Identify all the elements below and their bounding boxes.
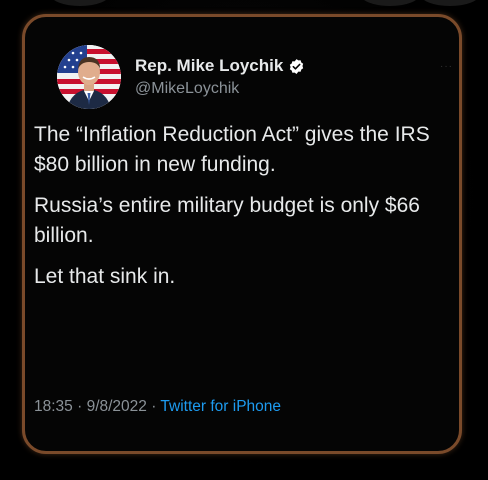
- tweet-text-paragraph: The “Inflation Reduction Act” gives the …: [34, 123, 430, 176]
- tweet-source-link[interactable]: Twitter for iPhone: [160, 398, 281, 415]
- top-edge-shape: [360, 0, 420, 6]
- top-edge-shape: [50, 0, 110, 6]
- author-name-row[interactable]: Rep. Mike Loychik: [135, 56, 305, 76]
- top-edge-shape: [420, 0, 480, 6]
- screenshot: ··· Rep. Mike Loychik @MikeLoychik The “…: [0, 0, 488, 480]
- tweet-body: The “Inflation Reduction Act” gives the …: [34, 120, 434, 303]
- meta-separator: ·: [146, 398, 161, 415]
- tweet-date[interactable]: 9/8/2022: [87, 398, 147, 415]
- tweet-header: Rep. Mike Loychik @MikeLoychik: [57, 45, 305, 109]
- tweet-text-paragraph: Let that sink in.: [34, 265, 176, 288]
- author-handle[interactable]: @MikeLoychik: [135, 80, 305, 98]
- author-display-name[interactable]: Rep. Mike Loychik: [135, 56, 283, 76]
- profile-photo: [57, 45, 121, 109]
- tweet-text-paragraph: Russia’s entire military budget is only …: [34, 194, 420, 247]
- tweet-meta: 18:35 · 9/8/2022 · Twitter for iPhone: [34, 398, 281, 416]
- verified-badge-icon: [290, 58, 304, 74]
- avatar[interactable]: [57, 45, 121, 109]
- more-options-icon[interactable]: ···: [440, 61, 453, 72]
- tweet-time[interactable]: 18:35: [34, 398, 73, 415]
- meta-separator: ·: [72, 398, 87, 415]
- author-info: Rep. Mike Loychik @MikeLoychik: [135, 56, 305, 98]
